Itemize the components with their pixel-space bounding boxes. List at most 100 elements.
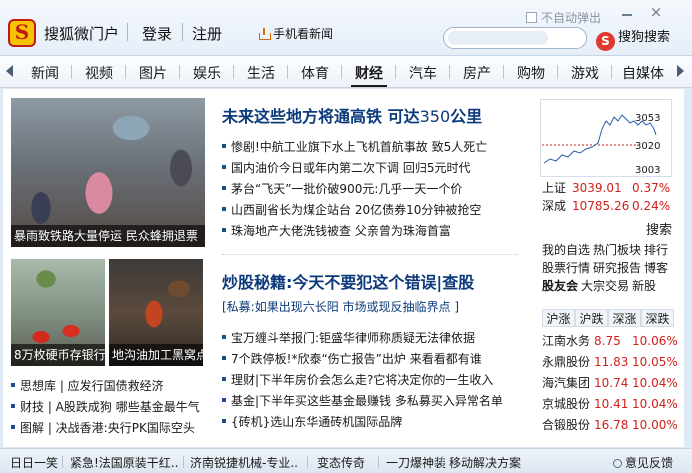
register-link[interactable]: 注册	[192, 23, 222, 44]
stock-row[interactable]: 京城股份 10.41 10.04%	[542, 394, 678, 415]
nav-item-shopping[interactable]: 购物	[517, 63, 545, 83]
photo-caption: 8万枚硬币存银行	[11, 344, 105, 366]
tab-sh-losers[interactable]: 沪跌	[575, 309, 608, 327]
headline-top-story[interactable]: 未来这些地方将通高铁 可达350公里	[222, 103, 482, 127]
stock-tab-bar: 沪涨 沪跌 深涨 深跌	[542, 309, 674, 327]
nav-item-games[interactable]: 游戏	[571, 63, 599, 83]
index-row-shenzhen[interactable]: 深成 10785.26 0.24%	[542, 197, 670, 215]
stock-change: 10.05%	[632, 355, 678, 369]
news-list-secondary: 宝万缠斗举报门:钜盛华律师称质疑无法律依据 7个跌停板!*欣泰“伤亡报告”出炉 …	[222, 328, 522, 433]
no-auto-popup-checkbox[interactable]	[526, 12, 537, 23]
sogou-logo-icon: S	[596, 32, 615, 51]
list-item[interactable]: 珠海地产大佬洗钱被查 父亲曾为珠海首富	[222, 221, 522, 242]
list-item[interactable]: 思想库 | 应发行国债救经济	[11, 376, 211, 397]
nav-item-realestate[interactable]: 房产	[463, 63, 491, 83]
link-my-watchlist[interactable]: 我的自选	[542, 243, 590, 257]
section-divider	[222, 254, 518, 255]
nav-divider	[287, 65, 288, 79]
stock-change: 10.04%	[632, 376, 678, 390]
mobile-news-label: 手机看新闻	[273, 27, 334, 41]
link-text: 思想库 | 应发行国债救经济	[20, 379, 164, 393]
photo-news-coins[interactable]: 8万枚硬币存银行	[11, 259, 105, 366]
tab-sh-gainers[interactable]: 沪涨	[542, 309, 575, 327]
stock-row[interactable]: 永鼎股份 11.83 10.05%	[542, 352, 678, 373]
list-item[interactable]: 茅台“飞天”一批价破900元:几乎一天一个价	[222, 179, 522, 200]
bullet-icon	[222, 377, 226, 381]
footer-divider	[442, 456, 443, 468]
link-quotes[interactable]: 股票行情	[542, 261, 590, 275]
tab-sz-losers[interactable]: 深跌	[641, 309, 674, 327]
nav-prev-arrow-icon[interactable]	[6, 65, 13, 77]
no-auto-popup-option[interactable]: 不自动弹出	[526, 9, 601, 26]
list-item[interactable]: 图解 | 决战香港:央行PK国际空头	[11, 418, 211, 439]
stock-row[interactable]: 海汽集团 10.74 10.04%	[542, 373, 678, 394]
nav-divider	[557, 65, 558, 79]
login-link[interactable]: 登录	[142, 23, 172, 44]
footer-bar: 日日一笑 紧急!法国原装干红.. 济南锐捷机械-专业.. 变态传奇 一刀爆神装 …	[0, 448, 692, 473]
mobile-news-link[interactable]: 手机看新闻	[258, 25, 333, 42]
nav-divider	[71, 65, 72, 79]
link-research[interactable]: 研究报告	[593, 261, 641, 275]
nav-divider	[449, 65, 450, 79]
nav-item-news[interactable]: 新闻	[31, 63, 59, 83]
photo-news-main[interactable]: 暴雨致铁路大量停运 民众蜂拥退票	[11, 98, 205, 247]
nav-divider	[395, 65, 396, 79]
footer-link[interactable]: 一刀爆神装	[386, 454, 446, 471]
list-item[interactable]: 惨剧!中航工业旗下水上飞机首航事故 致5人死亡	[222, 137, 522, 158]
nav-item-video[interactable]: 视频	[85, 63, 113, 83]
link-stock-club[interactable]: 股友会	[542, 279, 578, 293]
footer-link[interactable]: 移动解决方案	[449, 454, 521, 471]
sogou-search-button[interactable]: S 搜狗搜索	[596, 26, 676, 51]
list-item[interactable]: 山西副省长为煤企站台 20亿债券10分钟被抢空	[222, 200, 522, 221]
nav-next-arrow-icon[interactable]	[677, 65, 684, 77]
stock-search-button[interactable]: 搜索	[646, 219, 672, 238]
link-ranking[interactable]: 排行	[644, 243, 668, 257]
nav-item-auto[interactable]: 汽车	[409, 63, 437, 83]
stock-name: 江南水务	[542, 334, 591, 348]
list-item[interactable]: 国内油价今日或年内第二次下调 回归5元时代	[222, 158, 522, 179]
link-hot-sectors[interactable]: 热门板块	[593, 243, 641, 257]
footer-link[interactable]: 紧急!法国原装干红..	[70, 454, 178, 471]
stock-row[interactable]: 合锻股份 16.78 10.00%	[542, 415, 678, 436]
news-title: 山西副省长为煤企站台 20亿债券10分钟被抢空	[231, 203, 482, 217]
close-button[interactable]: ×	[647, 4, 665, 20]
list-item[interactable]: 宝万缠斗举报门:钜盛华律师称质疑无法律依据	[222, 328, 522, 349]
list-item[interactable]: {砖机}选山东华通砖机国际品牌	[222, 412, 522, 433]
minimize-button[interactable]	[619, 6, 635, 20]
search-input[interactable]	[443, 27, 587, 49]
bullet-icon	[11, 404, 15, 408]
nav-item-selfmedia[interactable]: 自媒体	[622, 63, 664, 83]
feedback-link[interactable]: 意见反馈	[613, 454, 673, 471]
tab-sz-gainers[interactable]: 深涨	[608, 309, 641, 327]
list-item[interactable]: 财技 | A股跌成狗 哪些基金最牛气	[11, 397, 211, 418]
subheadline[interactable]: [私募:如果出现六长阳 市场或现反抽临界点 ]	[222, 298, 459, 315]
index-change: 0.37%	[632, 181, 671, 195]
bullet-icon	[11, 425, 15, 429]
market-links-row3: 股友会 大宗交易 新股	[542, 278, 659, 295]
footer-link[interactable]: 济南锐捷机械-专业..	[190, 454, 298, 471]
nav-item-pictures[interactable]: 图片	[139, 63, 167, 83]
news-list-primary: 惨剧!中航工业旗下水上飞机首航事故 致5人死亡 国内油价今日或年内第二次下调 回…	[222, 137, 522, 242]
headline-stock-tips[interactable]: 炒股秘籍:今天不要犯这个错误|查股	[222, 269, 474, 293]
footer-link[interactable]: 变态传奇	[317, 454, 365, 471]
headline-text: 未来这些地方将通高铁 可达	[222, 107, 420, 126]
nav-item-finance[interactable]: 财经	[355, 63, 383, 83]
list-item[interactable]: 基金|下半年买这些基金最赚钱 多私募买入异常名单	[222, 391, 522, 412]
list-item[interactable]: 理财|下半年房价会怎么走?它将决定你的一生收入	[222, 370, 522, 391]
list-item[interactable]: 7个跌停板!*欣泰“伤亡报告”出炉 来看看都有谁	[222, 349, 522, 370]
nav-divider	[125, 65, 126, 79]
link-ipo[interactable]: 新股	[632, 279, 656, 293]
nav-item-sports[interactable]: 体育	[301, 63, 329, 83]
link-blog[interactable]: 博客	[644, 261, 668, 275]
bullet-icon	[11, 383, 15, 387]
stock-row[interactable]: 江南水务 8.75 10.06%	[542, 331, 678, 352]
footer-link[interactable]: 日日一笑	[10, 454, 58, 471]
index-value: 3039.01	[572, 181, 622, 195]
link-block-trade[interactable]: 大宗交易	[581, 279, 629, 293]
nav-item-life[interactable]: 生活	[247, 63, 275, 83]
bullet-icon	[222, 398, 226, 402]
index-row-shanghai[interactable]: 上证 3039.01 0.37%	[542, 179, 670, 197]
photo-news-oil[interactable]: 地沟油加工黑窝点遭突袭	[109, 259, 203, 366]
index-sparkline[interactable]: 3053 3020 3003	[540, 99, 672, 177]
nav-item-entertainment[interactable]: 娱乐	[193, 63, 221, 83]
